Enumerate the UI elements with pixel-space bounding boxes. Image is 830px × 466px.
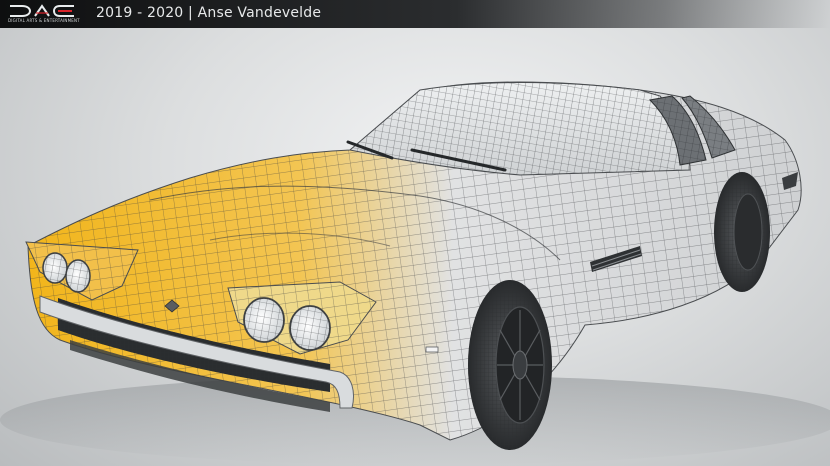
dae-logo: DIGITAL ARTS & ENTERTAINMENT [8,3,82,25]
dae-logo-icon [10,4,74,17]
header-bar: DIGITAL ARTS & ENTERTAINMENT 2019 - 2020… [0,0,830,28]
headlight-left-inner [65,259,91,293]
headlight-left-outer [42,252,68,284]
front-wheel [468,280,552,450]
car-render [0,81,830,465]
render-stage: DIGITAL ARTS & ENTERTAINMENT 2019 - 2020… [0,0,830,466]
headlight-right-outer [243,297,285,343]
header-title: 2019 - 2020 | Anse Vandevelde [96,5,322,21]
headlight-right-inner [289,305,331,351]
logo-caption: DIGITAL ARTS & ENTERTAINMENT [8,18,80,23]
side-marker [425,346,439,353]
rear-wheel [714,172,770,292]
